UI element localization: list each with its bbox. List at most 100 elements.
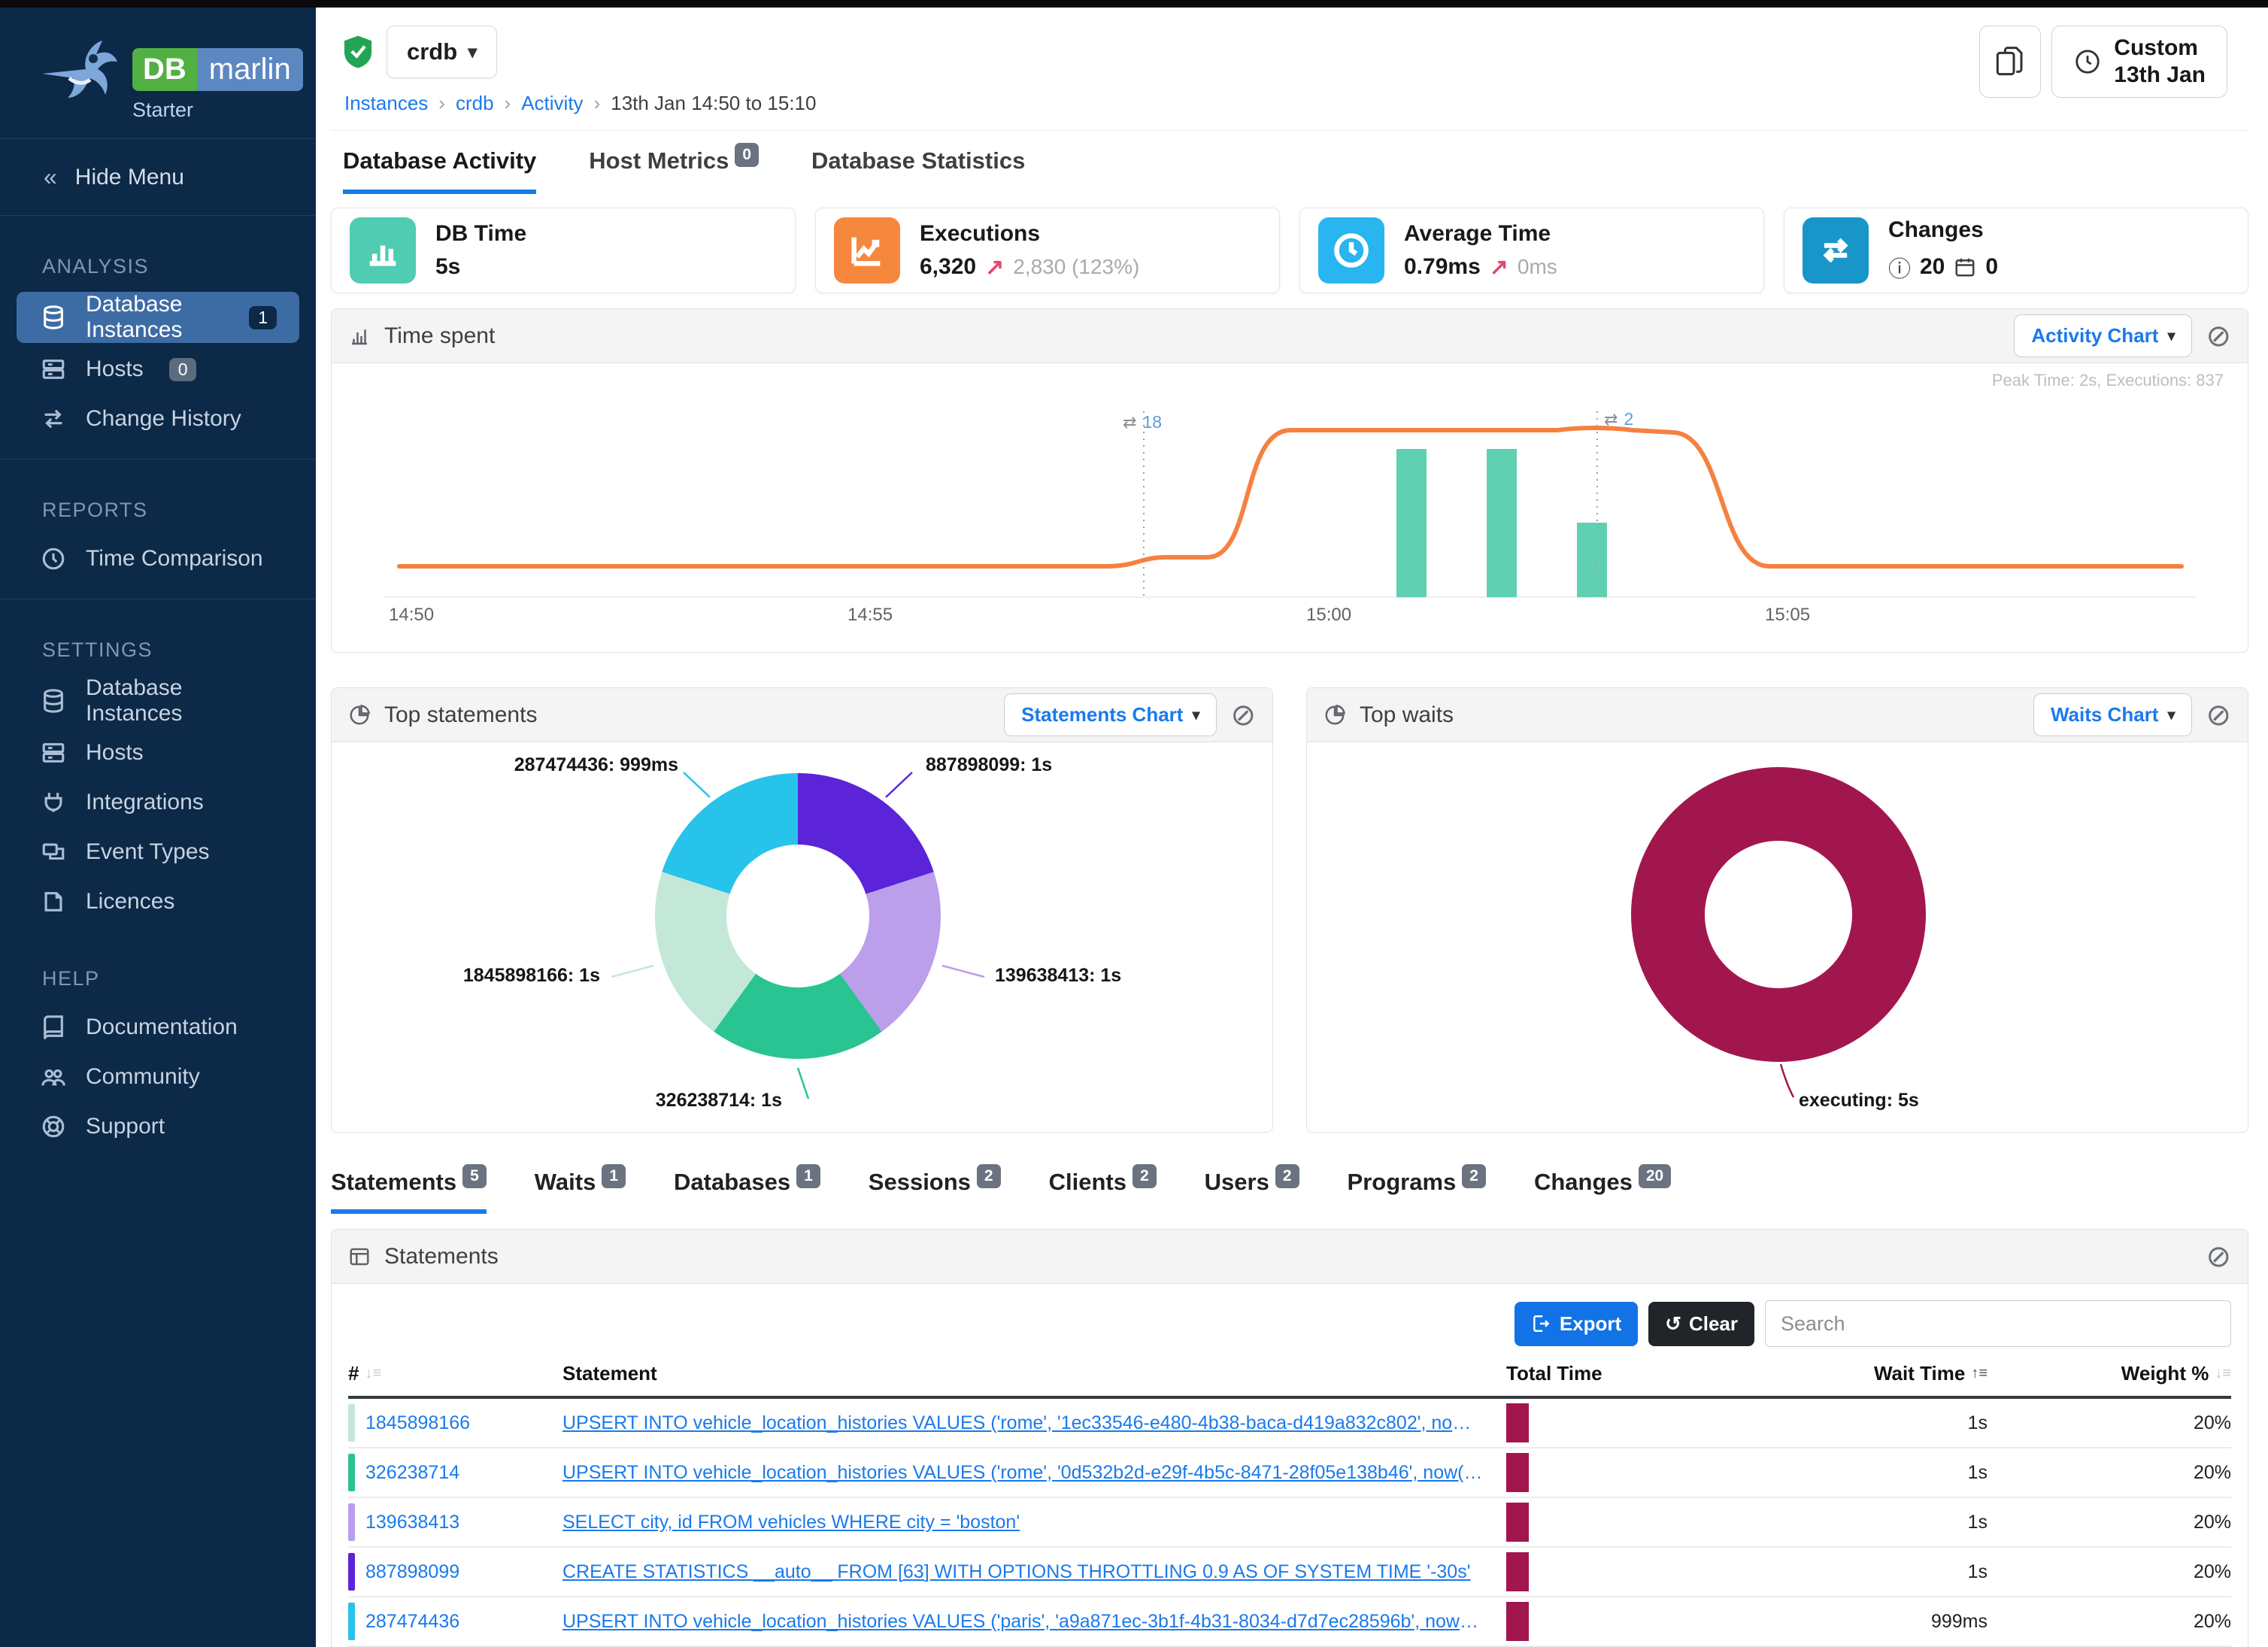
sidebar-item-settings-database-instances[interactable]: Database Instances bbox=[17, 675, 299, 726]
donut-label: 887898099: 1s bbox=[926, 754, 1052, 776]
statement-id-link[interactable]: 287474436 bbox=[365, 1611, 459, 1633]
kpi-title: Changes bbox=[1888, 217, 1998, 243]
search-input[interactable] bbox=[1765, 1300, 2231, 1347]
sidebar-item-change-history[interactable]: Change History bbox=[17, 396, 299, 442]
statements-donut[interactable] bbox=[655, 773, 941, 1059]
change-history-icon bbox=[39, 405, 68, 433]
waits-donut[interactable] bbox=[1631, 767, 1926, 1062]
tab-host-metrics[interactable]: Host Metrics0 bbox=[589, 147, 759, 194]
collapse-panel-icon[interactable]: ⊘ bbox=[1230, 700, 1256, 730]
change-marker-label: ⇄2 bbox=[1604, 409, 1633, 429]
tab-programs[interactable]: Programs2 bbox=[1348, 1169, 1486, 1214]
chart-icon bbox=[348, 325, 371, 347]
time-spent-line bbox=[399, 428, 2182, 566]
panel-title: Statements bbox=[384, 1244, 499, 1269]
tab-sessions[interactable]: Sessions2 bbox=[869, 1169, 1001, 1214]
statements-panel: Statements ⊘ Export ↺ Clear bbox=[331, 1229, 2248, 1647]
tab-badge: 2 bbox=[1275, 1164, 1299, 1188]
logo-marlin-badge: marlin bbox=[197, 48, 303, 91]
tab-users[interactable]: Users2 bbox=[1205, 1169, 1299, 1214]
kpi-info-count: 20 bbox=[1920, 254, 1945, 280]
tab-waits[interactable]: Waits1 bbox=[535, 1169, 626, 1214]
sidebar-item-support[interactable]: Support bbox=[17, 1103, 299, 1150]
time-range-button[interactable]: Custom 13th Jan bbox=[2051, 26, 2227, 98]
collapse-panel-icon[interactable]: ⊘ bbox=[2206, 700, 2231, 730]
clear-label: Clear bbox=[1689, 1312, 1738, 1336]
tab-label: Users bbox=[1205, 1169, 1269, 1195]
time-spent-chart[interactable]: Peak Time: 2s, Executions: 837 bbox=[332, 363, 2248, 653]
statement-id-link[interactable]: 139638413 bbox=[365, 1512, 459, 1533]
kpi-title: DB Time bbox=[435, 221, 526, 247]
top-statements-panel: Top statements Statements Chart ▾ ⊘ bbox=[331, 687, 1273, 1133]
col-weight[interactable]: Weight %↓≡ bbox=[1988, 1362, 2231, 1385]
sidebar-item-settings-hosts[interactable]: Hosts bbox=[17, 729, 299, 776]
calendar-icon bbox=[1954, 256, 1976, 278]
breadcrumb-activity[interactable]: Activity bbox=[521, 92, 583, 115]
waits-chart-selector[interactable]: Waits Chart ▾ bbox=[2033, 693, 2193, 736]
col-total-time[interactable]: Total Time bbox=[1506, 1362, 1754, 1385]
sidebar-item-label: Licences bbox=[86, 889, 174, 914]
change-markers bbox=[1144, 411, 1597, 597]
sidebar-item-community[interactable]: Community bbox=[17, 1054, 299, 1100]
tab-statements[interactable]: Statements5 bbox=[331, 1169, 487, 1214]
marlin-fish-icon bbox=[39, 35, 122, 110]
statement-link[interactable]: UPSERT INTO vehicle_location_histories V… bbox=[562, 1611, 1506, 1633]
hosts-icon bbox=[39, 739, 68, 767]
kpi-delta: 2,830 (123%) bbox=[1013, 255, 1139, 279]
tab-badge: 5 bbox=[462, 1164, 487, 1188]
instance-selector[interactable]: crdb ▾ bbox=[387, 26, 497, 78]
sort-asc-icon: ↑≡ bbox=[1971, 1365, 1988, 1382]
section-label-analysis: ANALYSIS bbox=[0, 232, 316, 289]
statement-color-chip bbox=[348, 1454, 355, 1491]
statement-color-chip bbox=[348, 1503, 355, 1541]
tab-clients[interactable]: Clients2 bbox=[1049, 1169, 1157, 1214]
section-label-help: HELP bbox=[0, 945, 316, 1001]
sidebar-item-licences[interactable]: Licences bbox=[17, 878, 299, 925]
breadcrumb-crdb[interactable]: crdb bbox=[456, 92, 494, 115]
bar-chart-icon bbox=[350, 217, 416, 284]
event-types-icon bbox=[39, 838, 68, 866]
x-tick: 14:55 bbox=[847, 605, 893, 625]
sidebar-item-time-comparison[interactable]: Time Comparison bbox=[17, 535, 299, 582]
wait-time-value: 1s bbox=[1754, 1412, 1988, 1434]
clear-button[interactable]: ↺ Clear bbox=[1648, 1302, 1754, 1346]
statements-chart-selector[interactable]: Statements Chart ▾ bbox=[1004, 693, 1217, 736]
export-button[interactable]: Export bbox=[1515, 1302, 1638, 1346]
chevron-down-icon: ▾ bbox=[468, 41, 477, 63]
copy-link-button[interactable] bbox=[1979, 26, 2041, 98]
table-row: 887898099 CREATE STATISTICS __auto__ FRO… bbox=[348, 1548, 2231, 1597]
statement-id-link[interactable]: 1845898166 bbox=[365, 1412, 470, 1434]
statement-link[interactable]: CREATE STATISTICS __auto__ FROM [63] WIT… bbox=[562, 1561, 1506, 1583]
main-tabs: Database Activity Host Metrics0 Database… bbox=[331, 131, 2248, 194]
sidebar-item-documentation[interactable]: Documentation bbox=[17, 1004, 299, 1051]
col-id[interactable]: #↓≡ bbox=[348, 1362, 562, 1385]
statement-link[interactable]: SELECT city, id FROM vehicles WHERE city… bbox=[562, 1512, 1506, 1533]
statement-link[interactable]: UPSERT INTO vehicle_location_histories V… bbox=[562, 1462, 1506, 1484]
col-wait-time[interactable]: Wait Time↑≡ bbox=[1754, 1362, 1988, 1385]
chart-selector-label: Statements Chart bbox=[1021, 703, 1183, 726]
breadcrumb-instances[interactable]: Instances bbox=[344, 92, 428, 115]
tab-databases[interactable]: Databases1 bbox=[674, 1169, 820, 1214]
tab-database-statistics[interactable]: Database Statistics bbox=[811, 147, 1025, 194]
tab-changes[interactable]: Changes20 bbox=[1534, 1169, 1671, 1214]
hide-menu-button[interactable]: « Hide Menu bbox=[0, 156, 316, 199]
collapse-panel-icon[interactable]: ⊘ bbox=[2206, 1242, 2231, 1272]
kpi-changes: Changes ⓘ 20 0 bbox=[1784, 208, 2248, 293]
line-chart-icon bbox=[834, 217, 900, 284]
collapse-panel-icon[interactable]: ⊘ bbox=[2206, 321, 2231, 351]
hide-menu-label: Hide Menu bbox=[75, 165, 184, 190]
tab-database-activity[interactable]: Database Activity bbox=[343, 147, 536, 194]
activity-chart-selector[interactable]: Activity Chart ▾ bbox=[2014, 314, 2192, 357]
sidebar-item-integrations[interactable]: Integrations bbox=[17, 779, 299, 826]
col-statement[interactable]: Statement bbox=[562, 1362, 1506, 1385]
statement-id-link[interactable]: 326238714 bbox=[365, 1462, 459, 1484]
sidebar-item-hosts[interactable]: Hosts 0 bbox=[17, 346, 299, 393]
statement-link[interactable]: UPSERT INTO vehicle_location_histories V… bbox=[562, 1412, 1506, 1434]
pie-chart-icon bbox=[1324, 704, 1346, 726]
sidebar-item-event-types[interactable]: Event Types bbox=[17, 829, 299, 875]
donut-label: executing: 5s bbox=[1799, 1090, 1919, 1112]
export-icon bbox=[1531, 1314, 1551, 1333]
statement-id-link[interactable]: 887898099 bbox=[365, 1561, 459, 1583]
sidebar-item-database-instances[interactable]: Database Instances 1 bbox=[17, 292, 299, 343]
trend-up-icon: ↗ bbox=[1490, 254, 1508, 281]
